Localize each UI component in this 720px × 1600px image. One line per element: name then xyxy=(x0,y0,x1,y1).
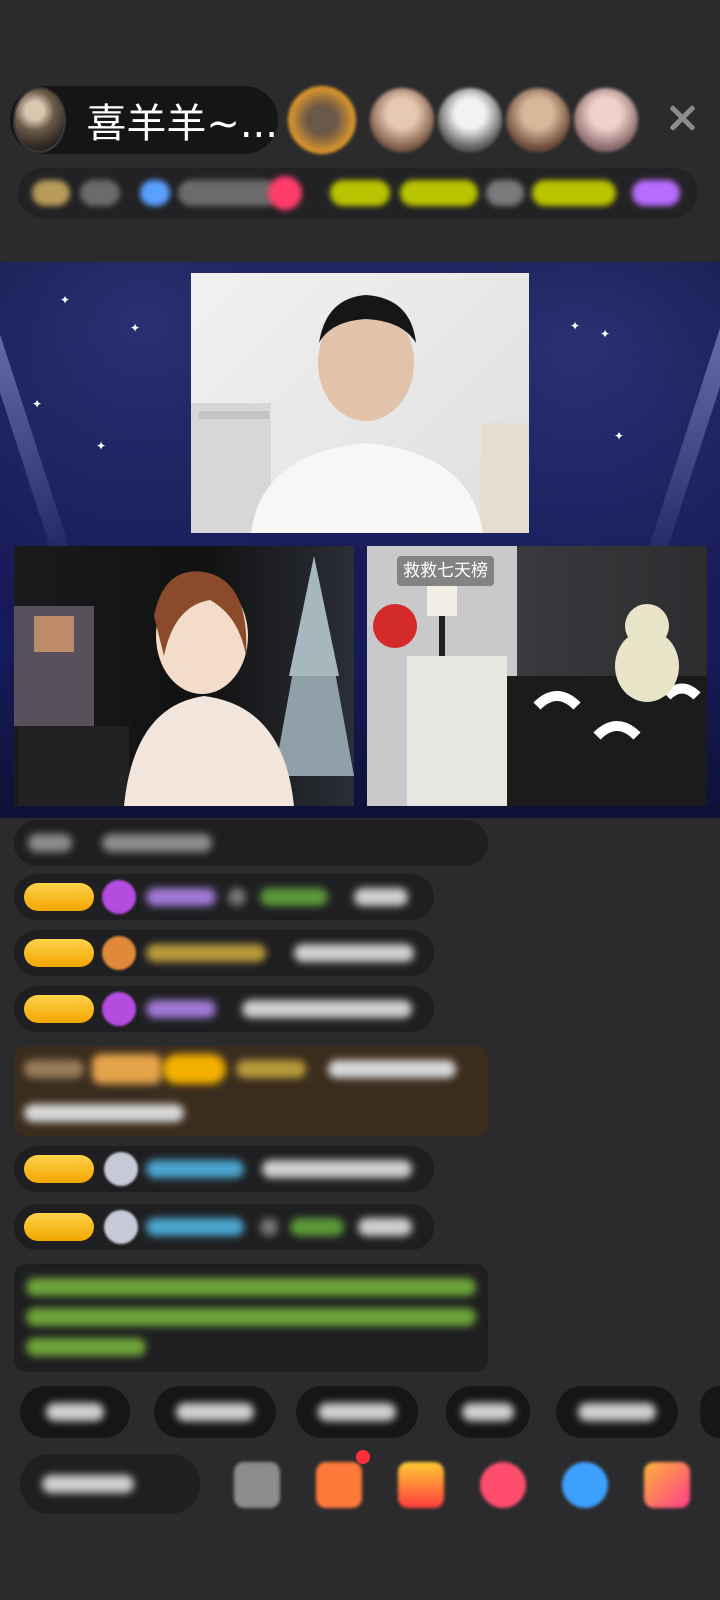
viewer-avatar-3[interactable] xyxy=(438,88,502,152)
fan-icon[interactable] xyxy=(316,1462,362,1508)
chat-input[interactable] xyxy=(20,1454,200,1514)
viewer-avatar xyxy=(104,1210,138,1244)
fan-icon xyxy=(102,936,136,970)
host-name[interactable]: 喜羊羊~... xyxy=(86,91,278,149)
quick-reply-2[interactable] xyxy=(154,1386,276,1438)
chat-message[interactable] xyxy=(14,874,434,920)
quick-reply-5[interactable] xyxy=(556,1386,678,1438)
menu-icon[interactable] xyxy=(644,1462,690,1508)
close-icon[interactable] xyxy=(664,100,700,136)
viewer-avatar-2[interactable] xyxy=(370,88,434,152)
video-feed-left-image xyxy=(14,556,354,806)
chat-icon[interactable] xyxy=(562,1462,608,1508)
chat-message[interactable] xyxy=(14,1146,434,1192)
game-icon[interactable] xyxy=(480,1462,526,1508)
gem-icon xyxy=(102,992,136,1026)
video-feed-left[interactable] xyxy=(14,546,354,806)
video-feed-top-image xyxy=(191,295,529,533)
gift-icon[interactable] xyxy=(398,1462,444,1508)
chat-message[interactable] xyxy=(14,820,488,866)
viewer-avatar-1[interactable] xyxy=(288,86,356,154)
level-badge xyxy=(24,1213,94,1241)
system-notice xyxy=(14,1264,488,1372)
chat-message[interactable] xyxy=(14,986,434,1032)
viewer-avatar-5[interactable] xyxy=(574,88,638,152)
quick-reply-4[interactable] xyxy=(446,1386,530,1438)
viewer-avatar xyxy=(104,1152,138,1186)
notification-dot xyxy=(356,1450,370,1464)
quick-reply-6[interactable] xyxy=(700,1386,720,1438)
host-info-pill[interactable]: 喜羊羊~... xyxy=(10,86,278,154)
quick-reply-1[interactable] xyxy=(20,1386,130,1438)
chat-message[interactable] xyxy=(14,1204,434,1250)
quick-reply-3[interactable] xyxy=(296,1386,418,1438)
viewer-avatar-4[interactable] xyxy=(506,88,570,152)
level-icon xyxy=(632,180,680,206)
level-badge xyxy=(24,883,94,911)
ranking-tag[interactable]: 救救七天榜 xyxy=(397,556,494,586)
rank-info-row[interactable] xyxy=(18,168,698,218)
more-icon[interactable] xyxy=(234,1462,280,1508)
video-feed-top[interactable] xyxy=(191,273,529,533)
gem-icon xyxy=(102,880,136,914)
host-avatar[interactable] xyxy=(13,87,67,153)
chat-message-highlight[interactable] xyxy=(14,1046,488,1136)
gift-icon[interactable] xyxy=(268,176,302,210)
level-badge xyxy=(24,1155,94,1183)
level-badge xyxy=(24,995,94,1023)
level-badge xyxy=(24,939,94,967)
chat-message[interactable] xyxy=(14,930,434,976)
